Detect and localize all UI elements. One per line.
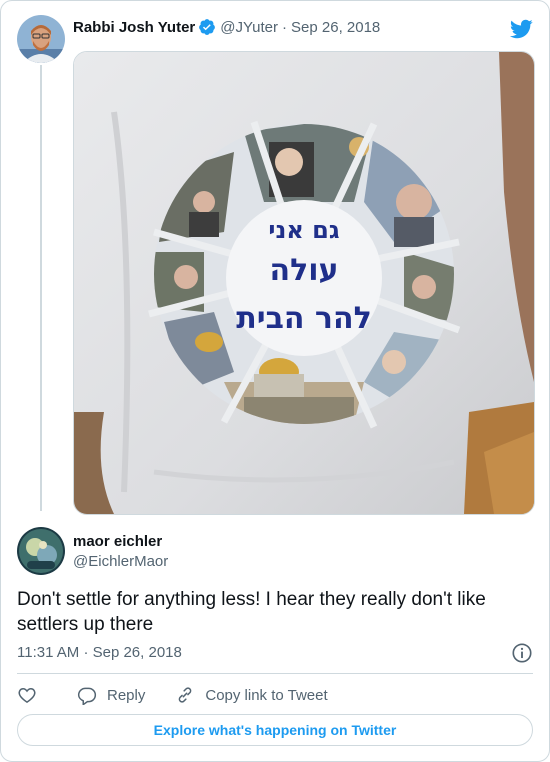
separator-dot: · (282, 18, 288, 36)
reply-author-avatar[interactable] (17, 527, 65, 575)
reply-author-name[interactable]: maor eichler (73, 533, 162, 550)
reply-tweet-text: Don't settle for anything less! I hear t… (17, 589, 486, 635)
reply-date[interactable]: Sep 26, 2018 (93, 644, 182, 661)
heart-icon (18, 687, 36, 703)
explore-twitter-button[interactable]: Explore what's happening on Twitter (17, 714, 533, 746)
like-button[interactable] (17, 685, 47, 705)
twitter-bird-icon[interactable] (509, 17, 533, 41)
divider (17, 673, 533, 674)
tweet-header: Rabbi Josh Yuter @JYuter · Sep 26, 2018 (73, 17, 380, 37)
tweet-photo[interactable]: גם אני עולה להר הבית (73, 51, 535, 515)
thread-connector-line (40, 65, 42, 511)
reply-button[interactable]: Reply (77, 685, 145, 705)
info-icon[interactable] (511, 642, 533, 664)
link-icon (179, 687, 192, 703)
shirt-text-line2: עולה (269, 253, 338, 288)
shirt-text-line3: להר הבית (236, 301, 372, 336)
action-bar: Reply Copy link to Tweet (17, 683, 358, 707)
reply-timestamp[interactable]: 11:31 AM · Sep 26, 2018 (17, 644, 182, 661)
speech-bubble-icon (77, 687, 97, 705)
tweet-date[interactable]: Sep 26, 2018 (291, 19, 380, 36)
copy-link-button[interactable]: Copy link to Tweet (175, 685, 328, 705)
copy-link-label: Copy link to Tweet (205, 686, 328, 704)
reply-label: Reply (107, 686, 146, 704)
reply-author-handle[interactable]: @EichlerMaor (73, 553, 168, 570)
tweet-embed-card: Rabbi Josh Yuter @JYuter · Sep 26, 2018 (0, 0, 550, 762)
verified-badge-icon (199, 19, 216, 35)
separator-dot: · (83, 644, 89, 661)
author-handle[interactable]: @JYuter (220, 19, 278, 36)
reply-time[interactable]: 11:31 AM (17, 644, 79, 661)
author-name[interactable]: Rabbi Josh Yuter (73, 19, 195, 36)
author-avatar[interactable] (17, 15, 65, 63)
shirt-text-line1: גם אני (268, 216, 339, 244)
